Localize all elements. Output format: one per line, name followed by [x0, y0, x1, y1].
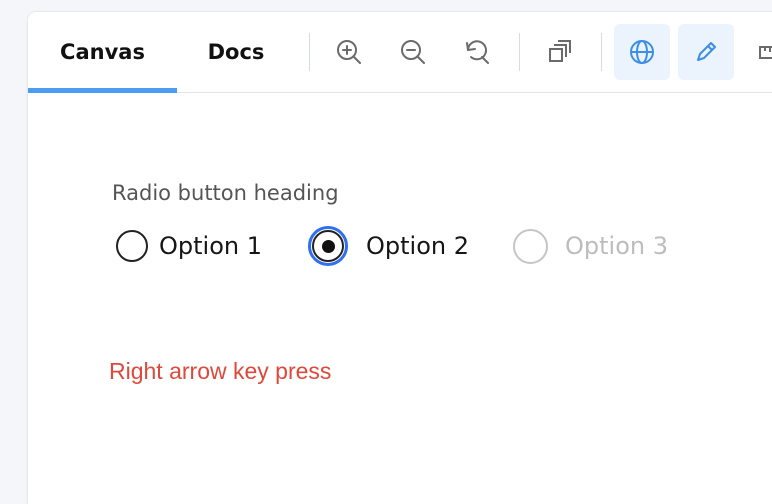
zoom-out-button[interactable]	[385, 24, 441, 80]
zoom-in-icon	[337, 40, 361, 64]
toolbar: Canvas Docs	[28, 12, 772, 93]
radio-option-2[interactable]: Option 2	[308, 222, 469, 270]
radio-option-3: Option 3	[513, 222, 668, 270]
globe-button[interactable]	[614, 24, 670, 80]
globe-icon	[630, 40, 654, 64]
canvas-area: Radio button heading Option 1 Option 2 O…	[28, 93, 772, 504]
toolbar-divider	[601, 33, 602, 71]
ruler-icon	[759, 46, 772, 59]
layers-icon	[549, 40, 571, 62]
zoom-out-icon	[401, 40, 425, 64]
toolbar-divider	[309, 33, 310, 71]
zoom-in-button[interactable]	[321, 24, 377, 80]
canvas-panel: Canvas Docs Radio button heading Option …	[28, 12, 772, 504]
tab-canvas-label: Canvas	[60, 40, 145, 64]
pencil-icon	[697, 42, 716, 61]
radio-circle[interactable]	[116, 230, 148, 262]
tab-docs-label: Docs	[207, 40, 265, 64]
radio-option-1[interactable]: Option 1	[116, 222, 262, 270]
pencil-button[interactable]	[678, 24, 734, 80]
radio-option-1-label: Option 1	[159, 232, 262, 260]
reset-zoom-icon	[466, 40, 489, 64]
radio-option-3-label: Option 3	[565, 232, 668, 260]
layers-button[interactable]	[531, 24, 587, 80]
toolbar-divider	[519, 33, 520, 71]
reset-zoom-button[interactable]	[449, 24, 505, 80]
tab-docs[interactable]: Docs	[177, 12, 295, 92]
tab-canvas[interactable]: Canvas	[28, 12, 177, 92]
focus-ring	[308, 226, 348, 266]
annotation-text: Right arrow key press	[109, 358, 332, 384]
radio-option-2-label: Option 2	[366, 232, 469, 260]
radio-group-heading: Radio button heading	[112, 181, 339, 205]
radio-circle-disabled	[513, 228, 548, 264]
radio-circle-checked[interactable]	[312, 230, 344, 262]
ruler-button[interactable]	[742, 24, 772, 80]
